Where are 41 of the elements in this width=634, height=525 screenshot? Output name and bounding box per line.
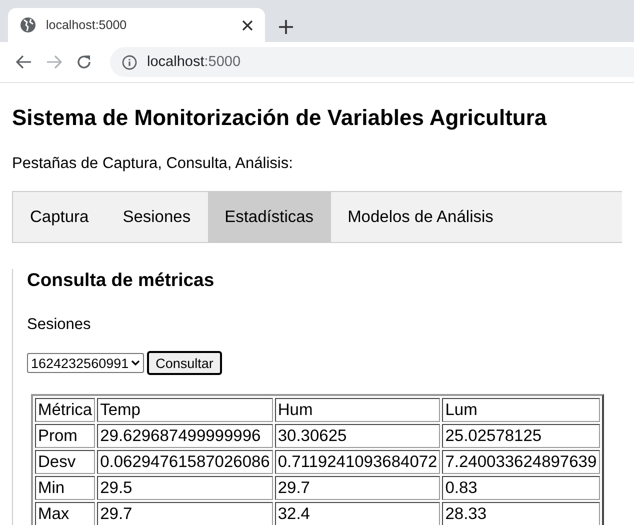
table-cell: Prom (35, 424, 96, 448)
section-heading: Consulta de métricas (27, 269, 216, 291)
table-cell: 30.30625 (274, 424, 440, 448)
table-cell: 29.7 (97, 502, 273, 525)
column-header: Hum (274, 398, 440, 422)
tab[interactable]: Estadísticas (208, 192, 331, 242)
table-cell: Max (35, 502, 96, 525)
table-cell: Desv (35, 450, 96, 474)
table-cell: 29.7 (274, 476, 440, 500)
tab[interactable]: Sesiones (106, 192, 208, 242)
browser-tab[interactable]: localhost:5000 (8, 8, 265, 42)
column-header: Temp (97, 398, 273, 422)
table-cell: 0.7119241093684072 (274, 450, 440, 474)
info-icon (122, 54, 137, 70)
table-cell: 7.240033624897639 (442, 450, 600, 474)
page-title: Sistema de Monitorización de Variables Agricultura (12, 105, 548, 131)
column-header: Métrica (35, 398, 96, 422)
column-header: Lum (442, 398, 600, 422)
table-cell: 29.629687499999996 (97, 424, 273, 448)
globe-icon (20, 17, 36, 33)
reload-icon[interactable] (76, 54, 92, 70)
address-bar[interactable]: localhost:5000 (110, 47, 634, 77)
table-cell: Min (35, 476, 96, 500)
table-cell: 0.83 (442, 476, 600, 500)
sessions-label: Sesiones (27, 316, 92, 334)
close-icon[interactable] (242, 20, 253, 30)
table-cell: 28.33 (442, 502, 600, 525)
chevron-icon (130, 360, 140, 366)
table-cell: 25.02578125 (442, 424, 600, 448)
table-cell: 0.06294761587026086 (97, 450, 273, 474)
subtitle: Pestañas de Captura, Consulta, Análisis: (12, 155, 294, 173)
tab[interactable]: Captura (13, 192, 106, 242)
url-text: localhost:5000 (147, 54, 241, 70)
session-select[interactable]: 1624232560991 (27, 353, 144, 373)
tab[interactable]: Modelos de Análisis (330, 192, 510, 242)
table-cell: 32.4 (274, 502, 440, 525)
consult-button[interactable]: Consultar (146, 351, 222, 375)
table-cell: 29.5 (97, 476, 273, 500)
back-icon[interactable] (16, 55, 32, 69)
plus-icon[interactable] (279, 20, 293, 34)
tab-title: localhost:5000 (46, 18, 128, 32)
